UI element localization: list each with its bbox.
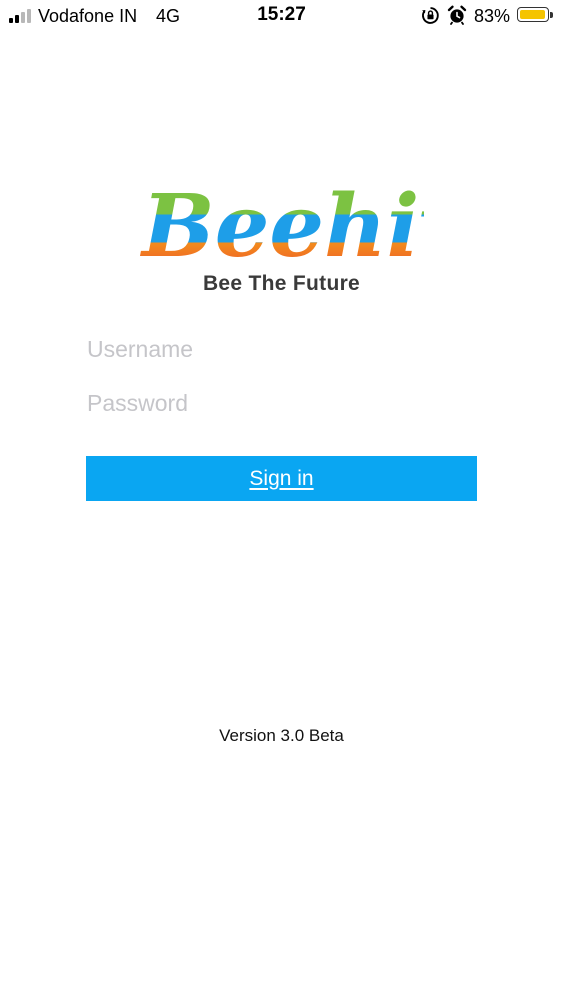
battery-icon	[517, 7, 549, 22]
sign-in-button[interactable]: Sign in	[86, 456, 477, 501]
battery-level-fill	[520, 10, 545, 19]
logo-tagline: Bee The Future	[202, 272, 361, 295]
status-bar: Vodafone IN 4G 15:27 83%	[0, 0, 563, 32]
password-input[interactable]	[87, 386, 477, 420]
logo-brand-text: Beehive	[140, 186, 424, 266]
alarm-icon	[447, 5, 467, 25]
username-input[interactable]	[87, 332, 477, 366]
beehive-logo: Beehive	[140, 186, 424, 266]
battery-percent: 83%	[474, 6, 511, 26]
version-label: Version 3.0 Beta	[219, 726, 344, 745]
battery-cap	[550, 12, 553, 18]
orientation-lock-icon	[422, 7, 439, 24]
